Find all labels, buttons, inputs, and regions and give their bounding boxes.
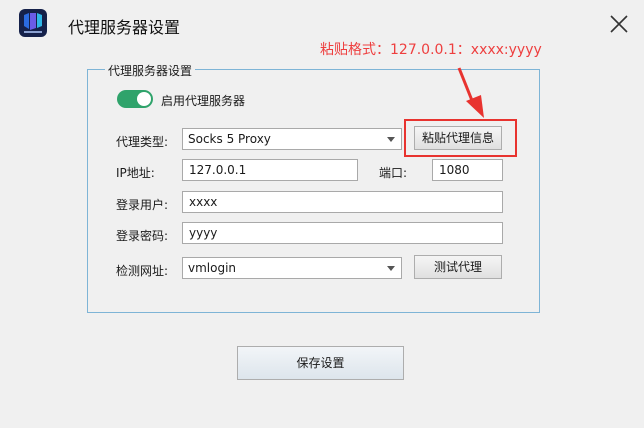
check-url-value: vmlogin [188,261,237,275]
chevron-down-icon [387,137,395,142]
close-icon [610,15,628,33]
password-label: 登录密码: [116,229,169,243]
username-label: 登录用户: [116,198,169,212]
save-settings-button[interactable]: 保存设置 [237,346,404,380]
proxy-type-value: Socks 5 Proxy [188,132,271,146]
ip-label: IP地址: [116,166,155,180]
check-url-label: 检测网址: [116,264,169,278]
group-title: 代理服务器设置 [105,62,196,79]
port-input[interactable]: 1080 [432,159,503,181]
test-proxy-button[interactable]: 测试代理 [414,255,502,279]
enable-proxy-label: 启用代理服务器 [161,94,246,108]
paste-proxy-info-button[interactable]: 粘贴代理信息 [414,126,502,150]
enable-proxy-toggle[interactable] [117,90,153,108]
window-title: 代理服务器设置 [68,18,181,37]
proxy-type-select[interactable]: Socks 5 Proxy [182,128,402,150]
check-url-select[interactable]: vmlogin [182,257,402,279]
port-label: 端口: [379,166,408,180]
app-logo-icon [19,9,47,37]
password-input[interactable]: yyyy [182,222,503,244]
username-input[interactable]: xxxx [182,191,503,213]
proxy-type-label: 代理类型: [116,135,169,149]
ip-input[interactable]: 127.0.0.1 [182,159,358,181]
paste-format-hint: 粘贴格式：127.0.0.1：xxxx:yyyy [320,42,542,58]
chevron-down-icon [387,266,395,271]
close-button[interactable] [604,9,634,39]
